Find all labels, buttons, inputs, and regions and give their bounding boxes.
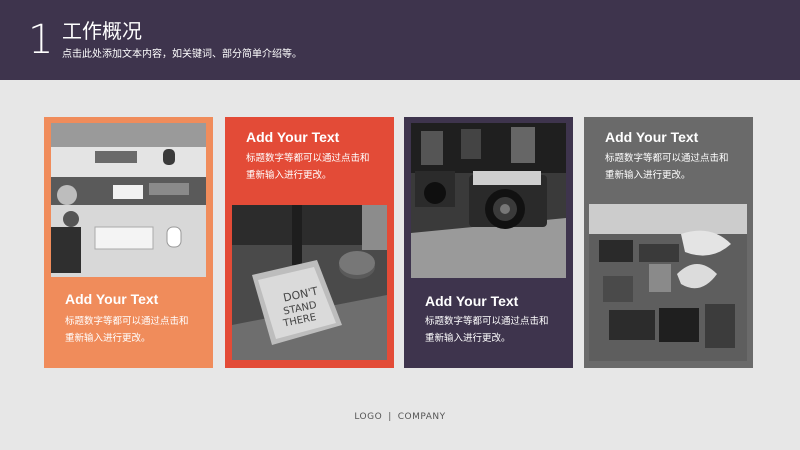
section-number: 1	[28, 17, 54, 63]
camera-photo[interactable]	[411, 123, 566, 278]
card-title[interactable]: Add Your Text	[605, 128, 698, 146]
footer: LOGO | COMPANY	[0, 412, 800, 422]
page-title[interactable]: 工作概况	[62, 19, 142, 43]
card-description[interactable]: 标题数字等都可以通过点击和重新输入进行更改。	[246, 150, 378, 184]
footer-company: COMPANY	[397, 412, 446, 422]
notebook-photo[interactable]: DON'T STAND THERE	[232, 205, 387, 360]
card-4[interactable]: Add Your Text 标题数字等都可以通过点击和重新输入进行更改。	[584, 117, 753, 368]
header-bar: 1 工作概况 点击此处添加文本内容，如关键词、部分简单介绍等。	[0, 0, 800, 80]
stamps-photo[interactable]	[589, 204, 747, 361]
card-2[interactable]: Add Your Text 标题数字等都可以通过点击和重新输入进行更改。 DON…	[225, 117, 394, 368]
card-3[interactable]: Add Your Text 标题数字等都可以通过点击和重新输入进行更改。	[404, 117, 573, 368]
card-title[interactable]: Add Your Text	[246, 128, 339, 146]
desk-workspace-photo[interactable]	[51, 123, 206, 277]
card-title[interactable]: Add Your Text	[65, 290, 158, 308]
card-1[interactable]: Add Your Text 标题数字等都可以通过点击和重新输入进行更改。	[44, 117, 213, 368]
card-description[interactable]: 标题数字等都可以通过点击和重新输入进行更改。	[425, 313, 557, 347]
card-title[interactable]: Add Your Text	[425, 292, 518, 310]
card-description[interactable]: 标题数字等都可以通过点击和重新输入进行更改。	[605, 150, 737, 184]
footer-logo: LOGO	[354, 412, 383, 422]
footer-separator: |	[388, 412, 392, 422]
page-subtitle[interactable]: 点击此处添加文本内容，如关键词、部分简单介绍等。	[62, 48, 302, 62]
card-description[interactable]: 标题数字等都可以通过点击和重新输入进行更改。	[65, 313, 197, 347]
